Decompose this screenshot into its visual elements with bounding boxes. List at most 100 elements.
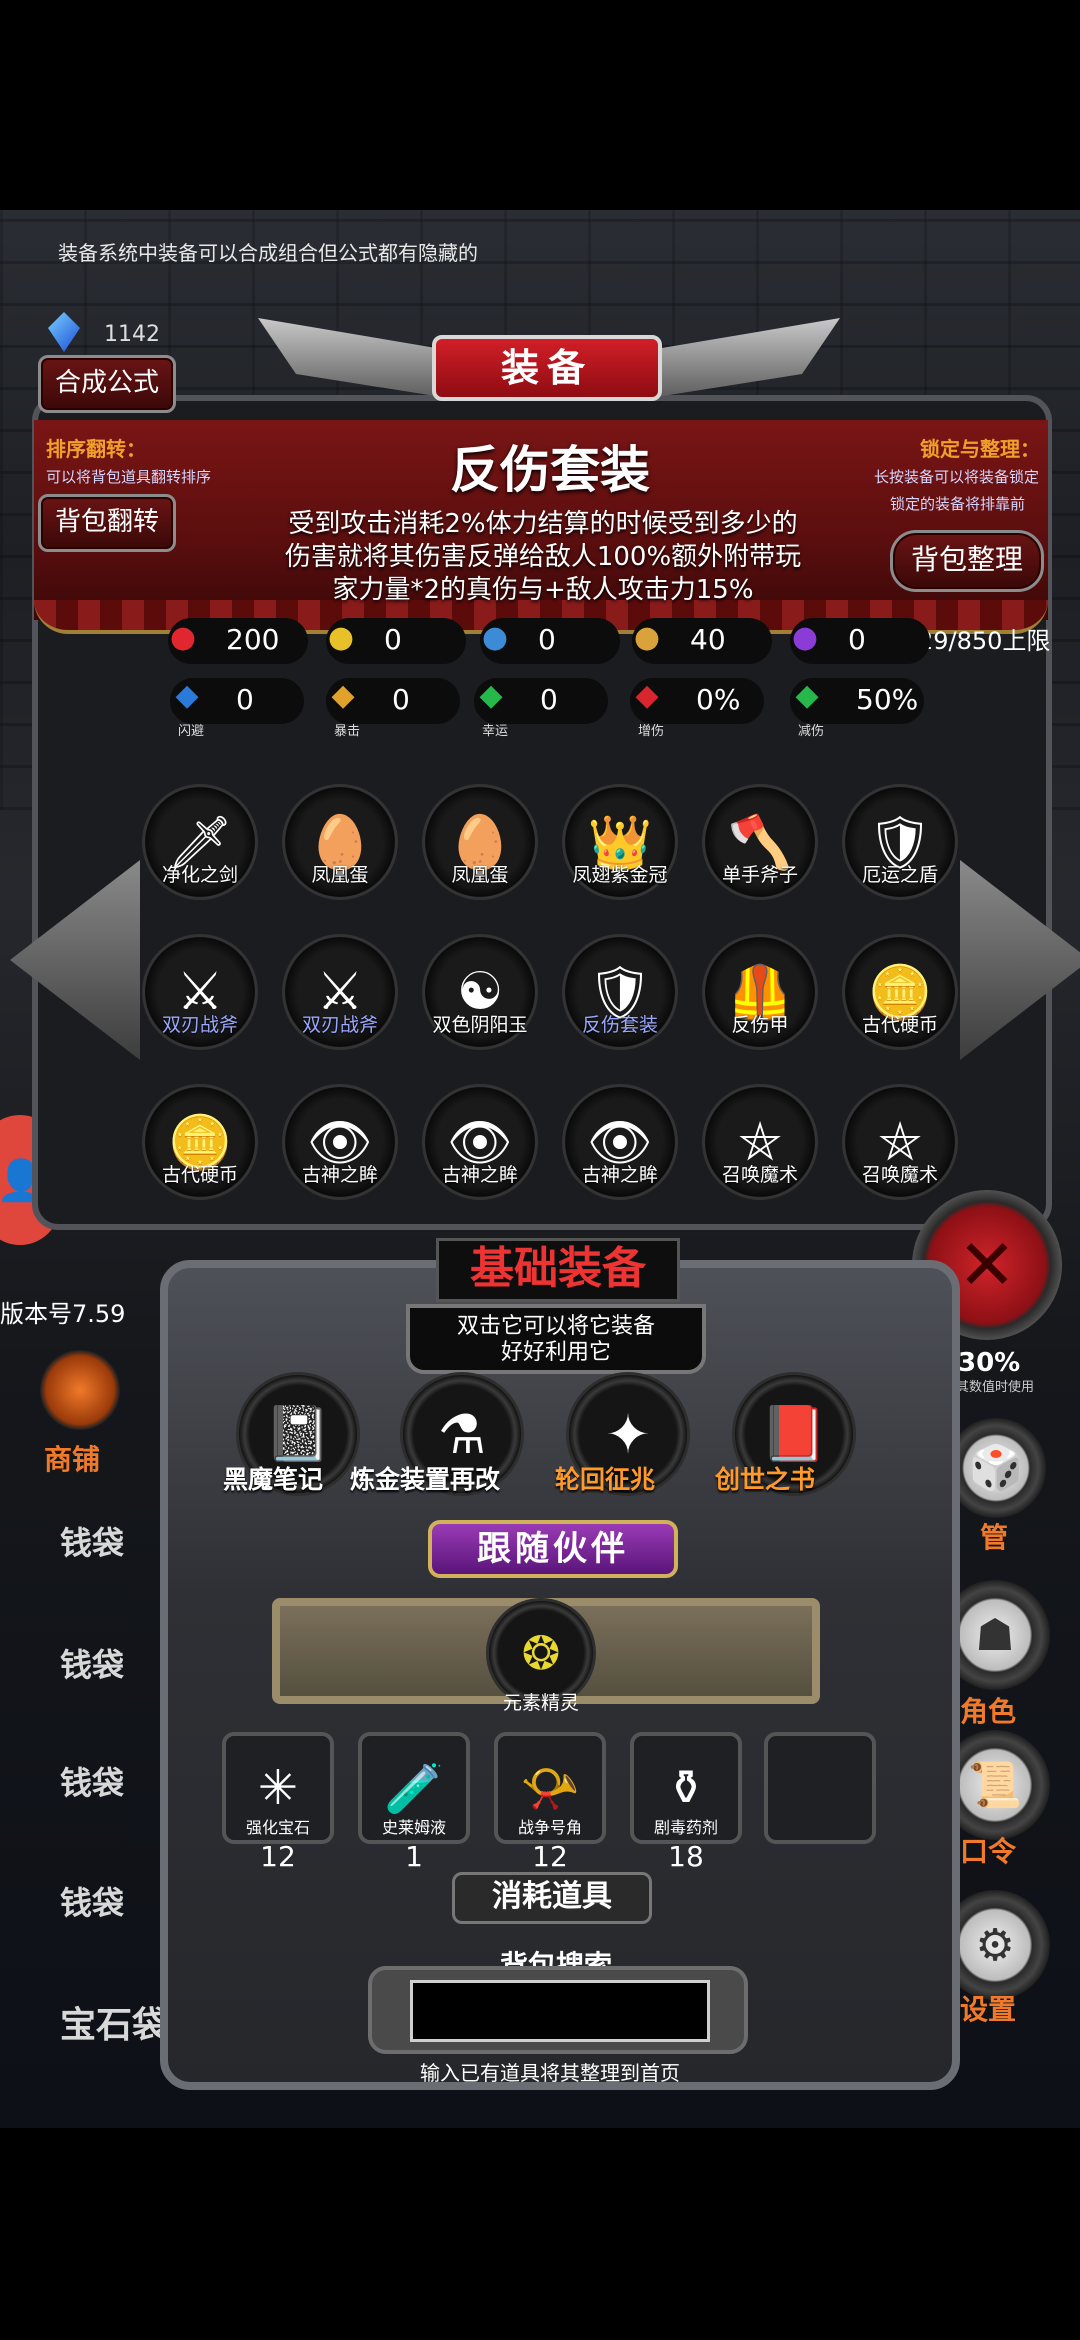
hooded-figure-icon: ☗: [975, 1609, 1015, 1661]
capacity-label: 29/850上限: [918, 627, 1051, 655]
inventory-slot-label: 召唤魔术: [861, 1164, 938, 1186]
consumable-label: 史莱姆液: [381, 1818, 446, 1837]
inventory-slot-label: 古神之眸: [301, 1164, 378, 1186]
stat-name: 减伤: [798, 724, 825, 739]
inventory-slot-label: 古神之眸: [581, 1164, 658, 1186]
shop-label[interactable]: 商铺: [44, 1438, 100, 1478]
stat-value: 0: [384, 623, 402, 656]
organize-bag-button[interactable]: 背包整理: [890, 530, 1044, 592]
consumable-label: 战争号角: [517, 1818, 582, 1837]
set-description: 受到攻击消耗2%体力结算的时候受到多少的 伤害就将其伤害反弹给敌人100%额外附…: [258, 508, 828, 607]
inventory-slot-label: 反伤套装: [581, 1014, 658, 1036]
set-title: 反伤套装: [450, 441, 650, 499]
armor-icon: ●: [481, 619, 509, 655]
luck-icon: ◆: [479, 677, 503, 713]
gem-icon: ✳: [257, 1760, 299, 1816]
dice-button[interactable]: 🎲: [946, 1418, 1046, 1518]
stat-name: 幸运: [482, 724, 509, 739]
heart-icon: ●: [169, 619, 197, 655]
stat-value: 0: [392, 683, 410, 716]
stat-name: 闪避: [178, 724, 205, 739]
close-icon: ✕: [957, 1224, 1017, 1306]
inventory-slot-label: 厄运之盾: [861, 864, 938, 886]
notebook-icon: 📓: [264, 1402, 332, 1465]
manage-label: 管: [980, 1521, 1009, 1554]
companion-name: 元素精灵: [502, 1692, 579, 1714]
lock-organize-desc-2: 锁定的装备将排靠前: [890, 495, 1026, 513]
dodge-icon: ◆: [175, 677, 199, 713]
stat-value: 50%: [856, 683, 919, 716]
inventory-slot-label: 凤翅紫金冠: [572, 864, 668, 886]
stat-value: 0: [538, 623, 556, 656]
sort-flip-label: 排序翻转：: [46, 437, 146, 461]
stat-value: 0%: [696, 683, 741, 716]
settings-label: 设置: [960, 1993, 1017, 2026]
version-label: 版本号7.59: [0, 1300, 126, 1328]
book-icon: 📕: [760, 1402, 828, 1465]
code-label: 口令: [960, 1835, 1017, 1868]
stat-name: 增伤: [638, 724, 665, 739]
inventory-slot-label: 凤凰蛋: [451, 864, 509, 886]
inventory-slot-label: 古代硬币: [161, 1164, 238, 1186]
inventory-slot-label: 凤凰蛋: [311, 864, 369, 886]
base-equipment-subtitle: 双击它可以将它装备 好好利用它: [406, 1304, 706, 1374]
inventory-slot-label: 古神之眸: [441, 1164, 518, 1186]
dice-icon: 🎲: [968, 1443, 1024, 1494]
stat-value: 200: [226, 623, 280, 656]
stat-name: 暴击: [334, 724, 361, 739]
base-equipment-title: 基础装备: [436, 1238, 680, 1302]
stat-value: 40: [690, 623, 726, 656]
percent-value: 30%: [958, 1348, 1021, 1378]
consumable-label: 剧毒药剂: [653, 1818, 718, 1837]
hint-text: 装备系统中装备可以合成组合但公式都有隐藏的: [58, 241, 478, 265]
inventory-slot-label: 双刃战斧: [301, 1014, 378, 1036]
base-sub-line: 双击它可以将它装备: [456, 1314, 655, 1339]
damage-up-icon: ◆: [635, 677, 659, 713]
stat-value: 0: [848, 623, 866, 656]
set-desc-line: 受到攻击消耗2%体力结算的时候受到多少的: [288, 509, 798, 539]
attack-icon: ●: [633, 619, 661, 655]
gem-count: 1142: [104, 322, 160, 347]
percent-sub: 其数值时使用: [956, 1380, 1035, 1395]
consumable-count: 18: [668, 1840, 704, 1873]
role-label: 角色: [960, 1695, 1017, 1728]
wallet-row: 钱袋: [60, 1646, 125, 1684]
consumable-count: 12: [532, 1840, 568, 1873]
shop-icon[interactable]: [40, 1350, 120, 1430]
flip-bag-button[interactable]: 背包翻转: [38, 494, 176, 552]
inventory-slot-label: 净化之剑: [161, 864, 238, 886]
alchemy-icon: ⚗: [437, 1402, 487, 1466]
search-hint: 输入已有道具将其整理到首页: [420, 2061, 680, 2085]
consumable-count: 1: [405, 1840, 423, 1873]
inventory-slot-label: 双刃战斧: [161, 1014, 238, 1036]
sort-flip-desc: 可以将背包道具翻转排序: [46, 468, 212, 486]
scroll-icon: 📜: [967, 1760, 1023, 1811]
base-sub-line: 好好利用它: [500, 1340, 611, 1365]
base-equipment-label: 炼金装置再改: [349, 1465, 500, 1494]
stat-value: 0: [236, 683, 254, 716]
consumable-slot-empty[interactable]: [764, 1732, 876, 1844]
crit-icon: ◆: [331, 677, 355, 713]
horn-icon: 📯: [520, 1760, 580, 1817]
lock-organize-desc-1: 长按装备可以将装备锁定: [874, 468, 1040, 486]
consumable-label: 强化宝石: [245, 1818, 310, 1837]
stat-value: 0: [540, 683, 558, 716]
set-desc-line: 伤害就将其伤害反弹给敌人100%额外附带玩: [284, 542, 802, 572]
inventory-slot-label: 双色阴阳玉: [432, 1014, 528, 1036]
wallet-row: 钱袋: [60, 1524, 125, 1562]
recipe-button[interactable]: 合成公式: [38, 355, 176, 413]
wallet-row: 钱袋: [60, 1884, 125, 1922]
base-equipment-label: 创世之书: [714, 1465, 815, 1494]
inventory-slot-label: 反伤甲: [731, 1014, 789, 1036]
inventory-slot-label: 古代硬币: [861, 1014, 938, 1036]
wallet-row: 钱袋: [60, 1764, 125, 1802]
consumables-title: 消耗道具: [452, 1872, 652, 1924]
lightning-icon: ●: [791, 619, 819, 655]
inventory-slot-label: 单手斧子: [721, 864, 798, 886]
search-input[interactable]: [410, 1980, 710, 2042]
lock-organize-label: 锁定与整理：: [920, 437, 1040, 461]
strength-icon: ●: [327, 619, 355, 655]
consumable-count: 12: [260, 1840, 296, 1873]
inventory-slot-label: 召唤魔术: [721, 1164, 798, 1186]
damage-reduce-icon: ◆: [795, 677, 819, 713]
